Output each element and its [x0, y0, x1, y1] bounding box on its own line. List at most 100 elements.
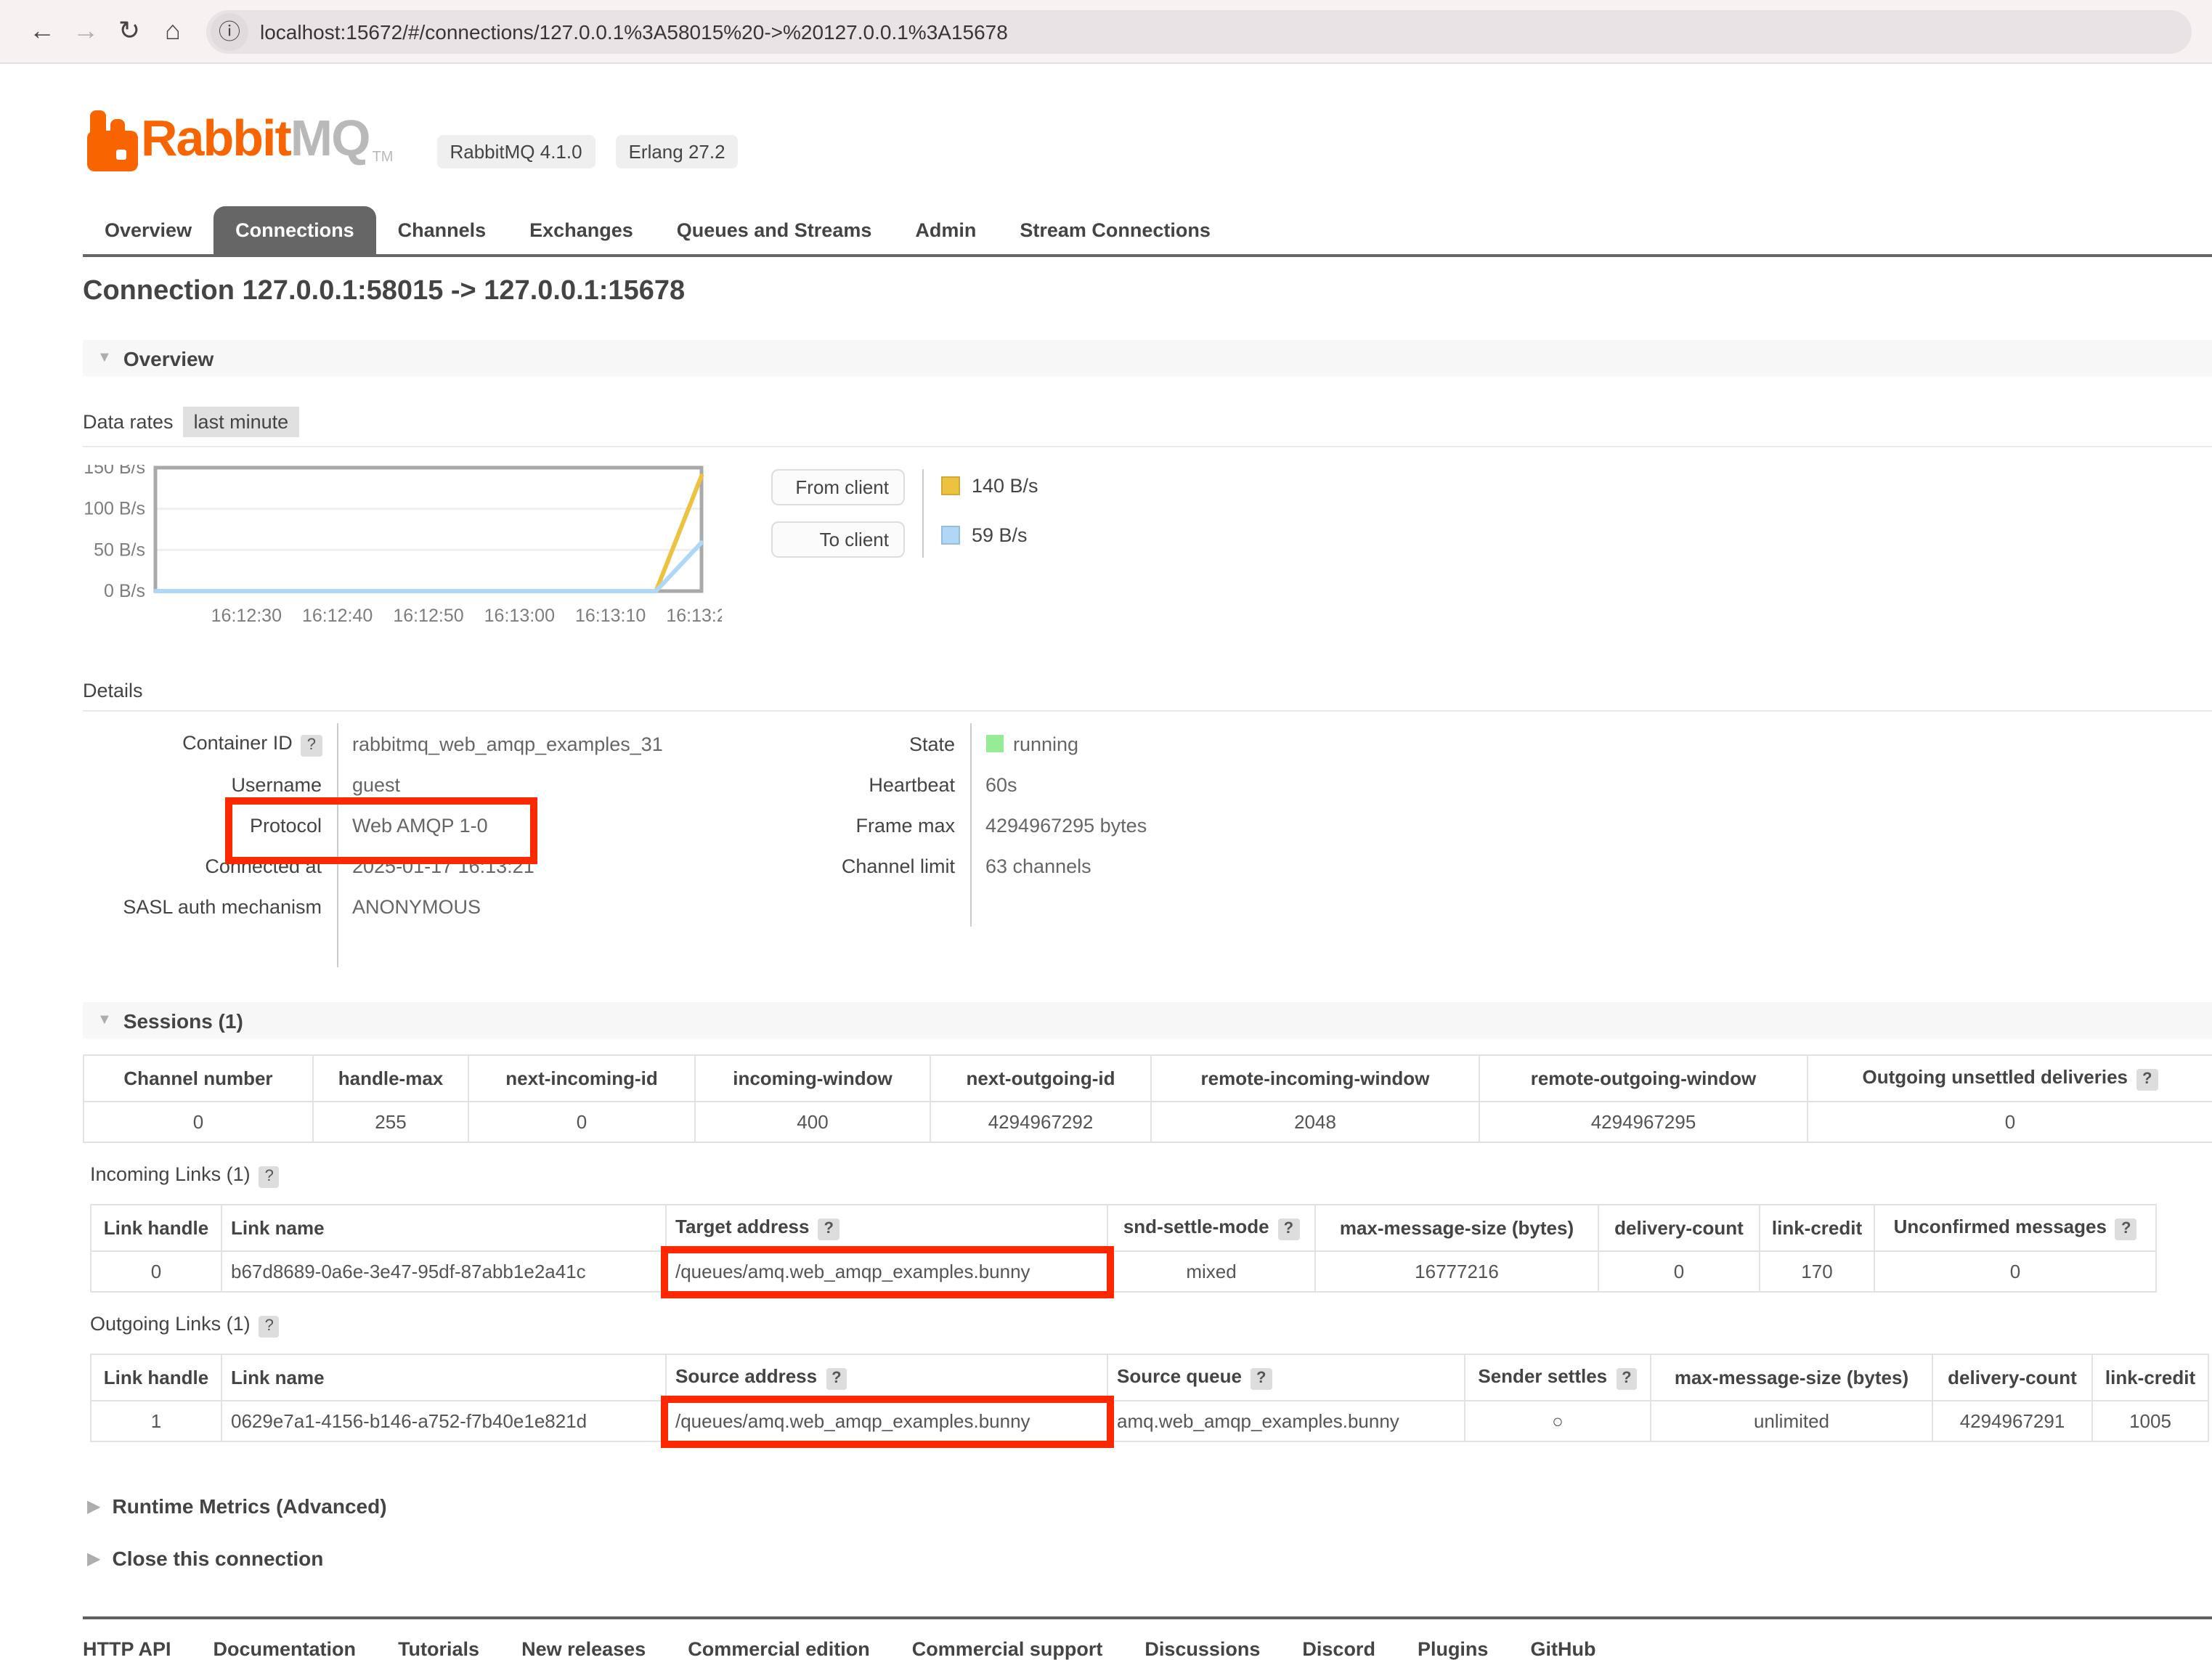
- help-icon[interactable]: ?: [1616, 1368, 1637, 1390]
- help-icon[interactable]: ?: [301, 734, 322, 756]
- brand-text: RabbitMQ: [141, 105, 370, 174]
- svg-text:16:13:20: 16:13:20: [666, 606, 722, 626]
- detail-value: running: [970, 723, 1290, 764]
- svg-text:16:13:10: 16:13:10: [575, 606, 646, 626]
- incoming-links-label: Incoming Links (1)?: [90, 1163, 2212, 1188]
- col-outgoing-unsettled-deliveries: Outgoing unsettled deliveries?: [1808, 1055, 2212, 1102]
- tab-admin[interactable]: Admin: [893, 206, 998, 254]
- data-rates-chart-row: 150 B/s100 B/s50 B/s0 B/s16:12:3016:12:4…: [83, 465, 2212, 642]
- cell: 0: [468, 1102, 695, 1142]
- tab-exchanges[interactable]: Exchanges: [508, 206, 655, 254]
- col-remote-incoming-window: remote-incoming-window: [1151, 1055, 1479, 1102]
- data-rates-row: Data rates last minute: [83, 407, 2212, 437]
- home-icon[interactable]: ⌂: [151, 16, 195, 46]
- tab-overview[interactable]: Overview: [83, 206, 214, 254]
- detail-value: 4294967295 bytes: [970, 805, 1290, 845]
- cell: 4294967291: [1932, 1401, 2092, 1441]
- url-text[interactable]: localhost:15672/#/connections/127.0.0.1%…: [260, 20, 1008, 43]
- section-runtime-metrics[interactable]: ▶ Runtime Metrics (Advanced): [83, 1494, 2212, 1518]
- tab-queues-and-streams[interactable]: Queues and Streams: [655, 206, 894, 254]
- rabbitmq-logo[interactable]: RabbitMQ TM: [83, 105, 393, 174]
- brand-trademark: TM: [373, 150, 394, 166]
- outgoing-links-row: 1 0629e7a1-4156-b146-a752-f7b40e1e821d /…: [91, 1401, 2208, 1441]
- cell-source-queue: amq.web_amqp_examples.bunny: [1107, 1401, 1465, 1441]
- footer-link-discord[interactable]: Discord: [1302, 1638, 1375, 1660]
- outgoing-links-header-row: Link handle Link name Source address? So…: [91, 1354, 2208, 1401]
- footer-link-plugins[interactable]: Plugins: [1418, 1638, 1489, 1660]
- detail-label: Protocol: [83, 805, 337, 845]
- section-overview-header[interactable]: ▼ Overview: [83, 340, 2212, 376]
- footer-link-discussions[interactable]: Discussions: [1144, 1638, 1260, 1660]
- tab-stream-connections[interactable]: Stream Connections: [998, 206, 1232, 254]
- cell: 400: [695, 1102, 930, 1142]
- brand-rabbit: Rabbit: [141, 110, 290, 167]
- divider: [83, 446, 2212, 447]
- help-icon[interactable]: ?: [1278, 1218, 1299, 1240]
- detail-value: 60s: [970, 764, 1290, 805]
- footer-link-new-releases[interactable]: New releases: [521, 1638, 646, 1660]
- detail-spacer: [773, 886, 970, 927]
- reload-icon[interactable]: ↻: [107, 16, 151, 46]
- col-next-outgoing-id: next-outgoing-id: [930, 1055, 1151, 1102]
- footer-link-documentation[interactable]: Documentation: [214, 1638, 357, 1660]
- incoming-links-table: Link handle Link name Target address? sn…: [90, 1204, 2157, 1293]
- expand-triangle-icon: ▶: [87, 1496, 100, 1516]
- forward-icon[interactable]: →: [64, 16, 107, 46]
- site-info-icon[interactable]: ⓘ: [211, 12, 248, 50]
- help-icon[interactable]: ?: [818, 1218, 839, 1240]
- erlang-version-badge: Erlang 27.2: [616, 135, 739, 168]
- footer-link-github[interactable]: GitHub: [1530, 1638, 1595, 1660]
- col-max-message-size: max-message-size (bytes): [1651, 1354, 1932, 1401]
- sessions-row: 0 255 0 400 4294967292 2048 4294967295 0: [84, 1102, 2212, 1142]
- col-link-handle: Link handle: [91, 1205, 221, 1251]
- svg-text:16:12:30: 16:12:30: [211, 606, 282, 626]
- legend-button-to-client[interactable]: To client: [771, 521, 905, 558]
- cell-source-address annotation-box-source-address: /queues/amq.web_amqp_examples.bunny: [666, 1401, 1107, 1441]
- from-client-rate: 140 B/s: [972, 475, 1038, 497]
- footer-link-commercial-support[interactable]: Commercial support: [912, 1638, 1103, 1660]
- tab-connections[interactable]: Connections: [214, 206, 376, 254]
- col-unconfirmed-messages: Unconfirmed messages?: [1874, 1205, 2156, 1251]
- outgoing-links-label: Outgoing Links (1)?: [90, 1313, 2212, 1338]
- page-content: RabbitMQ TM RabbitMQ 4.1.0 Erlang 27.2 O…: [0, 64, 2212, 1660]
- back-icon[interactable]: ←: [20, 16, 64, 46]
- details-label: Details: [83, 680, 2212, 701]
- detail-label: Connected at: [83, 845, 337, 886]
- col-link-name: Link name: [221, 1354, 666, 1401]
- cell: 1: [91, 1401, 221, 1441]
- help-icon[interactable]: ?: [2136, 1069, 2158, 1091]
- main-nav-tabs: Overview Connections Channels Exchanges …: [83, 206, 2212, 257]
- help-icon[interactable]: ?: [2115, 1218, 2136, 1240]
- section-sessions-header[interactable]: ▼ Sessions (1): [83, 1002, 2212, 1038]
- footer-link-commercial-edition[interactable]: Commercial edition: [688, 1638, 870, 1660]
- tab-channels[interactable]: Channels: [376, 206, 508, 254]
- col-link-name: Link name: [221, 1205, 666, 1251]
- cell: 1005: [2092, 1401, 2208, 1441]
- help-icon[interactable]: ?: [826, 1368, 847, 1390]
- help-icon[interactable]: ?: [1251, 1368, 1272, 1390]
- footer-link-tutorials[interactable]: Tutorials: [398, 1638, 479, 1660]
- detail-value: Web AMQP 1-0: [337, 805, 686, 845]
- col-delivery-count: delivery-count: [1932, 1354, 2092, 1401]
- details-right-table: State running Heartbeat 60s Frame max 42…: [773, 723, 1290, 967]
- section-close-connection[interactable]: ▶ Close this connection: [83, 1547, 2212, 1570]
- svg-text:16:13:00: 16:13:00: [484, 606, 555, 626]
- help-icon[interactable]: ?: [259, 1166, 280, 1188]
- cell: unlimited: [1651, 1401, 1932, 1441]
- col-link-handle: Link handle: [91, 1354, 221, 1401]
- legend-value-to-client: 59 B/s: [941, 524, 1038, 546]
- help-icon[interactable]: ?: [259, 1316, 280, 1338]
- cell-target-address annotation-box-target-address: /queues/amq.web_amqp_examples.bunny: [666, 1251, 1107, 1292]
- col-incoming-window: incoming-window: [695, 1055, 930, 1102]
- col-target-address: Target address?: [666, 1205, 1107, 1251]
- state-running-icon: [985, 734, 1003, 752]
- details-tables: Container ID? rabbitmq_web_amqp_examples…: [83, 723, 2212, 967]
- detail-label: Container ID?: [83, 723, 337, 764]
- col-next-incoming-id: next-incoming-id: [468, 1055, 695, 1102]
- footer-link-http-api[interactable]: HTTP API: [83, 1638, 171, 1660]
- col-sender-settles: Sender settles?: [1465, 1354, 1651, 1401]
- address-bar[interactable]: ⓘ localhost:15672/#/connections/127.0.0.…: [206, 9, 2192, 53]
- legend-button-from-client[interactable]: From client: [771, 469, 905, 505]
- page-title: Connection 127.0.0.1:58015 -> 127.0.0.1:…: [83, 276, 2212, 308]
- data-rates-mode-badge[interactable]: last minute: [184, 407, 299, 437]
